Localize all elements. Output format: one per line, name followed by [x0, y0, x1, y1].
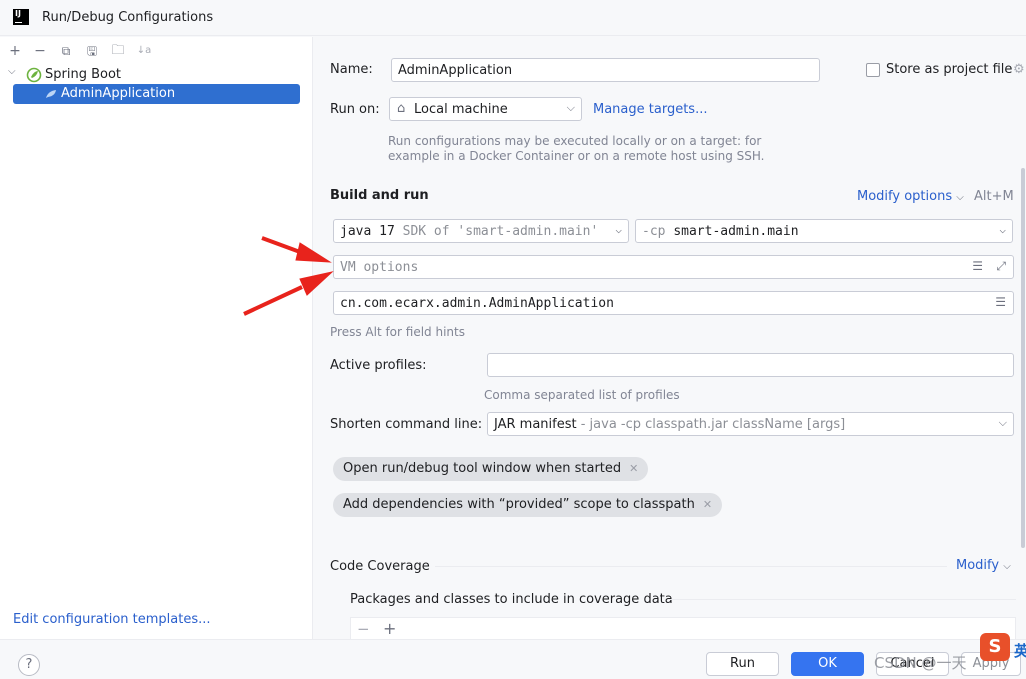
tree-item-label: Spring Boot [45, 67, 122, 82]
ok-button[interactable]: OK [791, 652, 864, 676]
home-icon: ⌂ [397, 101, 406, 116]
jdk-select[interactable]: java 17 SDK of 'smart-admin.main' ⌵ [333, 219, 629, 243]
remove-icon[interactable]: − [30, 42, 50, 60]
name-label: Name: [330, 62, 373, 77]
tree-item-spring-boot[interactable]: ⌵ Spring Boot [6, 65, 306, 85]
maximize-icon[interactable]: ⤢ [996, 259, 1006, 274]
manage-targets-link[interactable]: Manage targets... [593, 102, 707, 117]
shorten-command-line-label: Shorten command line: [330, 417, 483, 432]
run-button[interactable]: Run [706, 652, 779, 676]
window-title: Run/Debug Configurations [42, 10, 214, 25]
close-icon[interactable]: ✕ [703, 498, 712, 511]
remove-icon[interactable]: − [357, 620, 370, 638]
alt-hint: Press Alt for field hints [330, 325, 465, 339]
modify-options-link[interactable]: Modify options ⌵ [857, 189, 964, 204]
tree-item-label: AdminApplication [61, 86, 176, 101]
add-icon[interactable]: + [5, 42, 25, 60]
browse-class-icon[interactable]: ☰ [995, 295, 1006, 309]
save-icon[interactable]: 🖫 [82, 42, 102, 60]
chip-provided-scope[interactable]: Add dependencies with “provided” scope t… [333, 493, 723, 517]
name-input[interactable]: AdminApplication [391, 58, 820, 82]
run-on-select[interactable]: ⌂ Local machine ⌵ [389, 97, 582, 121]
edit-configuration-templates-link[interactable]: Edit configuration templates... [13, 612, 211, 627]
title-bar: IJ Run/Debug Configurations [0, 0, 1026, 36]
run-on-label: Run on: [330, 102, 380, 117]
dialog-button-bar: ? Run OK Cancel Apply [0, 639, 1026, 679]
chevron-down-icon: ⌵ [999, 223, 1006, 236]
configuration-form: Name: AdminApplication Store as project … [314, 37, 1026, 647]
modify-options-shortcut: Alt+M [974, 189, 1014, 204]
chip-open-tool-window[interactable]: Open run/debug tool window when started ✕ [333, 457, 649, 481]
coverage-modify-link[interactable]: Modify ⌵ [956, 558, 1011, 573]
chevron-down-icon: ⌵ [566, 101, 575, 114]
help-button[interactable]: ? [18, 654, 40, 676]
add-icon[interactable]: + [383, 619, 396, 638]
build-and-run-heading: Build and run [330, 188, 429, 203]
chevron-down-icon: ⌵ [998, 416, 1007, 429]
gear-icon[interactable]: ⚙ [1013, 62, 1025, 77]
active-profiles-input[interactable] [487, 353, 1014, 377]
active-profiles-label: Active profiles: [330, 358, 427, 373]
coverage-packages-label: Packages and classes to include in cover… [350, 592, 673, 607]
section-divider [435, 566, 947, 567]
intellij-logo-icon: IJ [13, 9, 29, 25]
csdn-watermark: CSDN @一天 [874, 654, 967, 672]
ime-logo-icon: S [980, 633, 1010, 661]
code-coverage-heading: Code Coverage [330, 559, 430, 574]
run-on-hint-line-1: Run configurations may be executed local… [388, 134, 762, 148]
chevron-down-icon: ⌵ [1003, 561, 1011, 572]
ime-mode-label: 英 [1014, 642, 1026, 660]
tree-item-admin-application[interactable]: AdminApplication [13, 84, 300, 104]
spring-boot-icon [26, 67, 42, 83]
spring-leaf-icon [46, 90, 56, 98]
active-profiles-hint: Comma separated list of profiles [484, 388, 680, 402]
chevron-down-icon: ⌵ [615, 223, 622, 236]
close-icon[interactable]: ✕ [629, 462, 638, 475]
expand-text-icon[interactable]: ☰ [972, 259, 983, 273]
run-on-hint-line-2: example in a Docker Container or on a re… [388, 149, 765, 163]
jdk-name: java 17 [340, 224, 395, 239]
shorten-command-line-select[interactable]: JAR manifest - java -cp classpath.jar cl… [487, 412, 1014, 436]
scrollbar[interactable] [1021, 168, 1025, 548]
sort-icon[interactable]: ↓a [134, 42, 154, 60]
new-folder-icon[interactable]: 🗀 [108, 42, 128, 60]
classpath-module-select[interactable]: -cp smart-admin.main ⌵ [635, 219, 1013, 243]
store-as-project-file-label: Store as project file [886, 62, 1013, 77]
section-divider [668, 599, 1016, 600]
vm-options-input[interactable]: VM options ☰ ⤢ [333, 255, 1014, 279]
jdk-detail: SDK of 'smart-admin.main' [402, 224, 599, 239]
copy-icon[interactable]: ⧉ [56, 42, 76, 60]
main-class-input[interactable]: cn.com.ecarx.admin.AdminApplication ☰ [333, 291, 1014, 315]
chevron-down-icon: ⌵ [956, 192, 964, 203]
configurations-tree-pane: + − ⧉ 🖫 🗀 ↓a ⌵ Spring Boot AdminApplicat… [0, 37, 313, 639]
chevron-down-icon[interactable]: ⌵ [8, 66, 16, 77]
store-as-project-file-checkbox[interactable] [866, 63, 880, 77]
